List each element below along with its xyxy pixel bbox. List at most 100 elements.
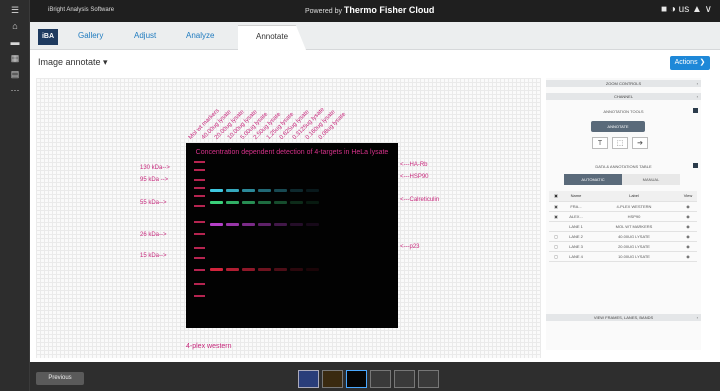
annotations-table: ▣ Name Label View ▣ FRA... 4-PLEX WESTERN ◉… [549,191,697,262]
col-name[interactable]: Name [563,191,589,202]
annotate-button[interactable]: ANNOTATE [591,121,645,132]
automatic-toggle[interactable]: AUTOMATIC [564,174,622,185]
row-name: ALEX... [563,211,589,222]
chevron-right-icon: › [696,94,698,99]
ladder-band [194,283,205,285]
powered-by: Powered by Thermo Fisher Cloud [305,5,434,15]
folder-icon[interactable]: ▬ [0,34,30,50]
mw-label: 55 kDa--> [140,200,167,206]
channel-section[interactable]: CHANNEL › [546,93,701,100]
band [290,189,303,192]
manual-toggle[interactable]: MANUAL [622,174,680,185]
top-right-icons[interactable]: ■ ◑ us ▲ ∨ [661,4,712,15]
eye-icon[interactable]: ◉ [679,241,697,252]
band [210,201,223,204]
row-label: 4-PLEX WESTERN [589,201,679,212]
ladder-band [194,269,205,271]
row-name: FRA... [563,201,589,212]
text-tool-icon[interactable]: T [592,137,608,149]
band [274,201,287,204]
ladder-band [194,187,205,189]
row-checkbox[interactable] [549,221,563,232]
eye-icon[interactable]: ◉ [679,221,697,232]
image-canvas[interactable]: Mol wt markers 40.00ug lysate 20.00ug lysa… [36,78,541,358]
top-bar: iBright Analysis Software Powered by The… [30,0,720,22]
band [242,201,255,204]
more-icon[interactable]: ⋯ [0,82,30,98]
band [242,268,255,271]
thumbnail-5[interactable] [394,370,415,388]
thumbnail-4[interactable] [370,370,391,388]
row-checkbox[interactable]: ▣ [549,211,563,222]
left-nav-rail: ☰ ⌂ ▬ ▦ ▤ ⋯ [0,0,30,391]
eye-icon[interactable]: ◉ [679,251,697,262]
previous-button[interactable]: Previous [36,372,84,385]
band [226,268,239,271]
row-label: HSP90 [589,211,679,222]
tab-analyze[interactable]: Analyze [186,31,214,40]
arrow-tool-icon[interactable]: ➔ [632,137,648,149]
eye-icon[interactable]: ◉ [679,201,697,212]
target-label: <---Calreticulin [400,197,440,203]
target-label: <---p23 [400,244,420,250]
rectangle-tool-icon[interactable]: ⬚ [612,137,628,149]
zoom-controls-section[interactable]: ZOOM CONTROLS › [546,80,701,87]
band [226,189,239,192]
mw-label: 130 kDa--> [140,165,170,171]
band [242,189,255,192]
tab-gallery[interactable]: Gallery [78,31,103,40]
col-view[interactable]: View [679,191,697,202]
chevron-right-icon: › [696,81,698,86]
document-icon[interactable]: ▤ [0,66,30,82]
bottom-bar: Previous [30,362,720,391]
row-label: 20.00UG LYSATE [589,241,679,252]
table-row: ▢ LANE 2 40.00UG LYSATE ◉ [549,231,697,242]
eye-icon[interactable]: ◉ [679,211,697,222]
grid-icon[interactable]: ▦ [0,50,30,66]
thumbnail-1[interactable] [298,370,319,388]
ladder-band [194,205,205,207]
table-row: ▣ FRA... 4-PLEX WESTERN ◉ [549,201,697,212]
row-checkbox[interactable]: ▣ [549,201,563,212]
thumbnail-3[interactable] [346,370,367,388]
band [306,223,319,226]
image-title-dropdown[interactable]: Image annotate ▾ [38,57,108,68]
row-name: LANE 2 [563,231,589,242]
ladder-band [194,179,205,181]
band [290,268,303,271]
home-icon[interactable]: ⌂ [0,18,30,34]
table-row: ▣ ALEX... HSP90 ◉ [549,211,697,222]
thumbnail-6[interactable] [418,370,439,388]
ladder-band [194,247,205,249]
chevron-right-icon: › [696,315,698,320]
select-all-checkbox[interactable]: ▣ [549,191,563,202]
tab-annotate[interactable]: Annotate [238,25,307,50]
powered-by-prefix: Powered by [305,8,342,15]
view-frames-label: VIEW FRAMES, LANES, BANDS [593,315,654,320]
row-checkbox[interactable]: ▢ [549,251,563,262]
powered-by-brand: Thermo Fisher Cloud [343,5,435,15]
eye-icon[interactable]: ◉ [679,231,697,242]
band [210,189,223,192]
collapse-icon[interactable] [693,163,698,168]
actions-button[interactable]: Actions ❯ [670,56,710,70]
ladder-band [194,295,205,297]
col-label[interactable]: Label [589,191,679,202]
row-checkbox[interactable]: ▢ [549,231,563,242]
band [258,201,271,204]
western-blot-image[interactable]: Concentration dependent detection of 4-t… [186,143,398,328]
band [258,268,271,271]
ladder-band [194,161,205,163]
data-table-label: DATA & ANNOTATIONS TABLE [595,164,652,169]
row-checkbox[interactable]: ▢ [549,241,563,252]
band [226,201,239,204]
tab-adjust[interactable]: Adjust [134,31,156,40]
collapse-icon[interactable] [693,108,698,113]
view-frames-section[interactable]: VIEW FRAMES, LANES, BANDS › [546,314,701,321]
table-header: ▣ Name Label View [549,191,697,202]
row-name: LANE 3 [563,241,589,252]
target-label: <---HSP90 [400,174,429,180]
thumbnail-2[interactable] [322,370,343,388]
hamburger-icon[interactable]: ☰ [0,2,30,18]
ladder-band [194,233,205,235]
